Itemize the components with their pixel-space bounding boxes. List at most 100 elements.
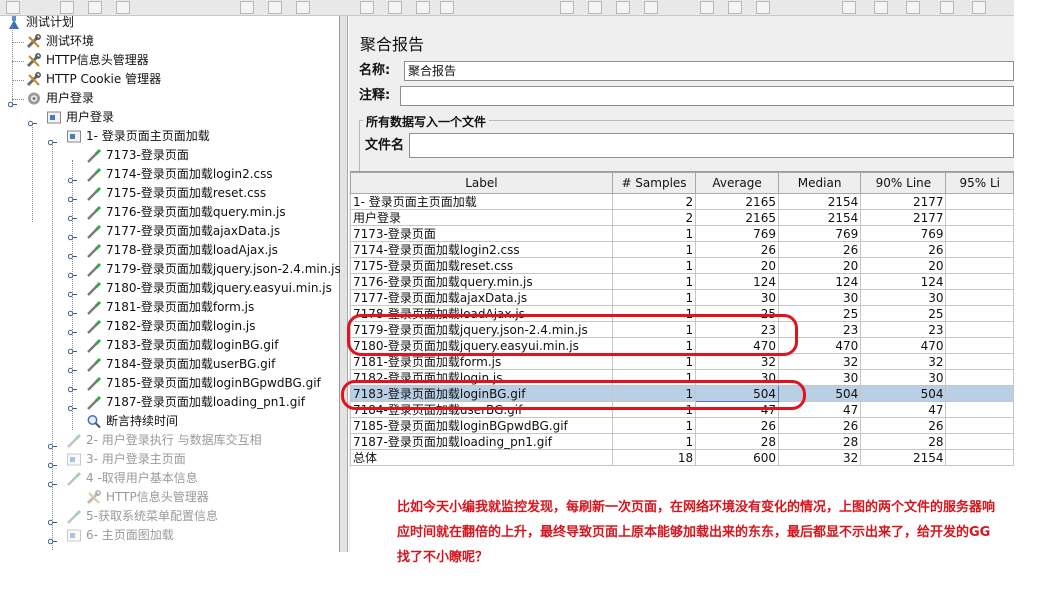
table-cell-value xyxy=(945,257,1014,274)
tree-node-label: 7176-登录页面加载query.min.js xyxy=(106,205,286,219)
tree-node[interactable]: 断言持续时间 xyxy=(0,412,340,431)
tree-node[interactable]: 7183-登录页面加载loginBG.gif xyxy=(0,336,340,355)
toolbar-button[interactable] xyxy=(560,1,574,14)
toolbar-button[interactable] xyxy=(756,1,770,14)
tree-node-label: 6- 主页面图加载 xyxy=(86,528,174,542)
tree-node[interactable]: 7185-登录页面加载loginBGpwdBG.gif xyxy=(0,374,340,393)
table-cell-label: 7177-登录页面加载ajaxData.js xyxy=(350,289,613,306)
toolbar-button[interactable] xyxy=(616,1,630,14)
tree-guide-line xyxy=(12,99,24,100)
toolbar-button[interactable] xyxy=(388,1,402,14)
toolbar-button[interactable] xyxy=(700,1,714,14)
tree-node[interactable]: 用户登录 xyxy=(0,108,340,127)
table-cell-value: 32 xyxy=(777,449,862,466)
table-row[interactable]: 总体 18 600 32 2154 xyxy=(350,449,1014,466)
toolbar-button[interactable] xyxy=(440,1,454,14)
expand-toggle-icon[interactable] xyxy=(27,114,37,127)
tree-node-label: 3- 用户登录主页面 xyxy=(86,452,186,466)
tree-node[interactable]: 测试计划 xyxy=(0,13,340,32)
tree-node[interactable]: 4 -取得用户基本信息 xyxy=(0,469,340,488)
tree-node[interactable]: 7180-登录页面加载jquery.easyui.min.js xyxy=(0,279,340,298)
table-cell-value: 20 xyxy=(777,257,862,274)
expand-toggle-icon[interactable] xyxy=(47,133,57,146)
tree-node[interactable]: 7174-登录页面加载login2.css xyxy=(0,165,340,184)
tree-node[interactable]: 7177-登录页面加载ajaxData.js xyxy=(0,222,340,241)
magnifier-icon xyxy=(86,414,102,429)
tree-node-label: HTTP信息头管理器 xyxy=(46,53,149,67)
tree-node-label: 测试计划 xyxy=(26,15,75,29)
tree-node[interactable]: 7187-登录页面加载loading_pn1.gif xyxy=(0,393,340,412)
column-header-median[interactable]: Median xyxy=(777,172,862,194)
filename-field[interactable] xyxy=(409,133,1014,158)
tree-node[interactable]: HTTP信息头管理器 xyxy=(0,488,340,507)
table-cell-value: 2154 xyxy=(777,193,862,210)
tree-node[interactable]: 1- 登录页面主页面加载 xyxy=(0,127,340,146)
table-row[interactable]: 7174-登录页面加载login2.css 1 26 26 26 xyxy=(350,241,1014,258)
wrench-icon xyxy=(26,34,42,49)
tree-node-label: 7173-登录页面 xyxy=(106,148,189,162)
tree-node[interactable]: 2- 用户登录执行 与数据库交互相 xyxy=(0,431,340,450)
tree-node[interactable]: 7179-登录页面加载jquery.json-2.4.min.js xyxy=(0,260,341,279)
tree-node[interactable]: 7182-登录页面加载login.js xyxy=(0,317,340,336)
table-row[interactable]: 7173-登录页面 1 769 769 769 xyxy=(350,225,1014,242)
tree-guide-line xyxy=(12,42,24,43)
table-row[interactable]: 7177-登录页面加载ajaxData.js 1 30 30 30 xyxy=(350,289,1014,306)
filename-label: 文件名 xyxy=(365,138,405,153)
table-cell-value: 25 xyxy=(860,305,947,322)
tree-node[interactable]: 7173-登录页面 xyxy=(0,146,340,165)
pipette-icon xyxy=(86,167,102,182)
tree-node[interactable]: 6- 主页面图加载 xyxy=(0,526,340,545)
wrench-icon xyxy=(26,53,42,68)
pipette-icon xyxy=(86,148,102,163)
toolbar-button[interactable] xyxy=(842,1,856,14)
toolbar-button[interactable] xyxy=(728,1,742,14)
tree-node[interactable]: HTTP信息头管理器 xyxy=(0,51,340,70)
table-row[interactable]: 7187-登录页面加载loading_pn1.gif 1 28 28 28 xyxy=(350,433,1014,450)
tree-node-label: 2- 用户登录执行 与数据库交互相 xyxy=(86,433,262,447)
table-cell-value: 2165 xyxy=(695,209,779,226)
toolbar-button[interactable] xyxy=(906,1,920,14)
table-cell-label: 总体 xyxy=(350,449,613,466)
table-cell-label: 7173-登录页面 xyxy=(350,225,613,242)
split-pane-divider[interactable] xyxy=(340,16,348,552)
tree-node[interactable]: 7176-登录页面加载query.min.js xyxy=(0,203,340,222)
table-cell-value: 30 xyxy=(860,289,947,306)
table-row[interactable]: 7176-登录页面加载query.min.js 1 124 124 124 xyxy=(350,273,1014,290)
tree-node[interactable]: 7184-登录页面加载userBG.gif xyxy=(0,355,340,374)
toolbar-button[interactable] xyxy=(416,1,430,14)
toolbar-button[interactable] xyxy=(644,1,658,14)
tree-node[interactable]: 用户登录 xyxy=(0,89,340,108)
table-cell-value: 26 xyxy=(695,417,779,434)
tree-node[interactable]: 3- 用户登录主页面 xyxy=(0,450,340,469)
column-header-samples[interactable]: # Samples xyxy=(611,172,697,194)
tree-node[interactable]: 测试环境 xyxy=(0,32,340,51)
column-header-95-line[interactable]: 95% Li xyxy=(945,172,1014,194)
toolbar-button[interactable] xyxy=(360,1,374,14)
table-cell-value: 1 xyxy=(611,433,697,450)
name-field[interactable]: 聚合报告 xyxy=(404,61,1014,81)
tree-node-label: 用户登录 xyxy=(66,110,115,124)
column-header-average[interactable]: Average xyxy=(695,172,779,194)
table-row[interactable]: 1- 登录页面主页面加载 2 2165 2154 2177 xyxy=(350,193,1014,210)
highlight-oval-7179-7180 xyxy=(347,314,798,356)
table-row[interactable]: 7175-登录页面加载reset.css 1 20 20 20 xyxy=(350,257,1014,274)
tree-node[interactable]: 7178-登录页面加载loadAjax.js xyxy=(0,241,340,260)
table-row[interactable]: 7185-登录页面加载loginBGpwdBG.gif 1 26 26 26 xyxy=(350,417,1014,434)
comment-field[interactable] xyxy=(400,86,1014,106)
toolbar-button[interactable] xyxy=(940,1,954,14)
tree-node[interactable]: 7175-登录页面加载reset.css xyxy=(0,184,340,203)
tree-node-label: 7182-登录页面加载login.js xyxy=(106,319,256,333)
toolbar-button[interactable] xyxy=(874,1,888,14)
comment-label: 注释: xyxy=(359,88,391,103)
tree-node[interactable]: 7181-登录页面加载form.js xyxy=(0,298,340,317)
column-header-label[interactable]: Label xyxy=(350,172,613,194)
toolbar-button[interactable] xyxy=(588,1,602,14)
tree-node[interactable]: 5-获取系统菜单配置信息 xyxy=(0,507,340,526)
table-cell-value: 26 xyxy=(777,417,862,434)
tree-node[interactable]: HTTP Cookie 管理器 xyxy=(0,70,340,89)
table-row[interactable]: 用户登录 2 2165 2154 2177 xyxy=(350,209,1014,226)
column-header-90-line[interactable]: 90% Line xyxy=(860,172,947,194)
toolbar-button[interactable] xyxy=(972,1,986,14)
table-cell-value xyxy=(945,209,1014,226)
table-cell-value: 30 xyxy=(695,289,779,306)
